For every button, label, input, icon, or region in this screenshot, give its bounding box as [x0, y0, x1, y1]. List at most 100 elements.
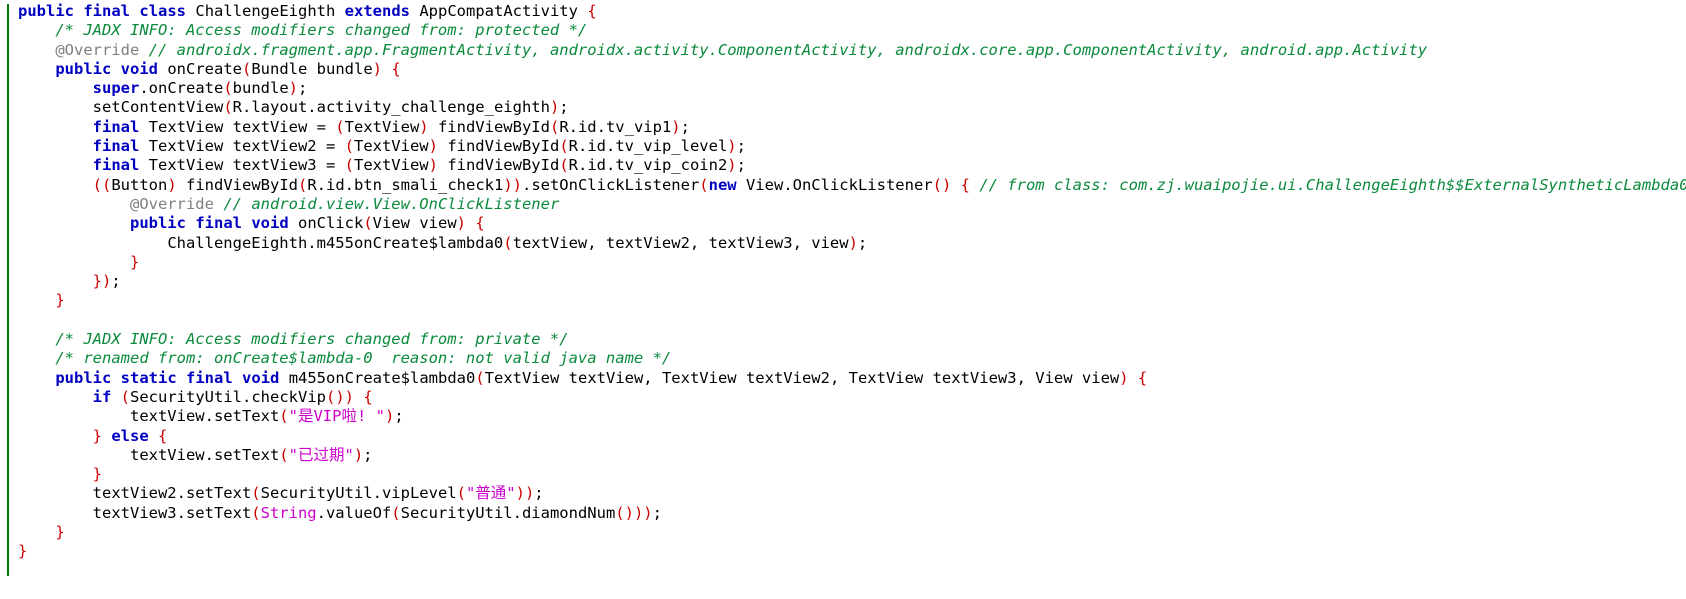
code-line[interactable]: final TextView textView3 = (TextView) fi… [10, 156, 1686, 175]
code-token-plain: TextView [353, 156, 429, 175]
code-line[interactable]: @Override // android.view.View.OnClickLi… [10, 195, 1686, 214]
code-token-punc: ) [428, 137, 438, 156]
code-token-kw: if [92, 387, 112, 406]
code-token-punc: ( [242, 59, 252, 78]
code-token-punc: } [92, 426, 102, 445]
code-line[interactable]: } [10, 253, 1686, 272]
code-line[interactable]: /* JADX INFO: Access modifiers changed f… [10, 330, 1686, 349]
code-line[interactable]: ((Button) findViewById(R.id.btn_smali_ch… [10, 176, 1686, 195]
code-line[interactable]: final TextView textView = (TextView) fin… [10, 118, 1686, 137]
code-token-plain: R.layout.activity_challenge_eighth [232, 98, 550, 117]
code-line[interactable]: } [10, 542, 1686, 561]
code-line[interactable]: /* renamed from: onCreate$lambda-0 reaso… [10, 349, 1686, 368]
code-token-punc: } [55, 523, 65, 542]
code-line[interactable]: public void onCreate(Bundle bundle) { [10, 60, 1686, 79]
code-line[interactable]: public static final void m455onCreate$la… [10, 369, 1686, 388]
code-token-punc: ) [428, 156, 438, 175]
code-token-kw: new [708, 175, 737, 194]
code-token-plain: ChallengeEighth [186, 2, 345, 20]
code-token-punc: ( [559, 156, 569, 175]
code-line[interactable]: @Override // androidx.fragment.app.Fragm… [10, 41, 1686, 60]
code-line[interactable]: final TextView textView2 = (TextView) fi… [10, 137, 1686, 156]
code-token-punc: { [363, 387, 373, 406]
code-line[interactable]: textView.setText("已过期"); [10, 446, 1686, 465]
code-token-plain: setContentView [92, 98, 224, 117]
code-lines-container[interactable]: public final class ChallengeEighth exten… [0, 0, 1686, 562]
code-token-kw: public [129, 214, 186, 233]
code-line[interactable]: textView.setText("是VIP啦! "); [10, 407, 1686, 426]
code-line[interactable]: if (SecurityUtil.checkVip()) { [10, 388, 1686, 407]
code-token-kw: final [92, 137, 140, 156]
code-token-punc: ( [251, 503, 261, 522]
decompiled-code-view[interactable]: public final class ChallengeEighth exten… [0, 0, 1686, 599]
code-token-plain: ; [736, 156, 746, 175]
code-token-cmt: /* JADX INFO: Access modifiers changed f… [55, 330, 569, 349]
code-token-plain: TextView [344, 117, 420, 136]
code-token-punc: ) [167, 175, 177, 194]
code-token-punc: ( [223, 98, 233, 117]
code-line[interactable]: } [10, 465, 1686, 484]
code-token-punc: ( [559, 137, 569, 156]
code-token-plain: R.id.tv_vip_level [568, 137, 728, 156]
code-line[interactable]: super.onCreate(bundle); [10, 79, 1686, 98]
code-line[interactable]: textView2.setText(SecurityUtil.vipLevel(… [10, 484, 1686, 503]
code-line[interactable]: } [10, 291, 1686, 310]
code-line[interactable]: setContentView(R.layout.activity_challen… [10, 98, 1686, 117]
code-token-punc: ( [279, 445, 289, 464]
code-line[interactable] [10, 311, 1686, 330]
code-token-punc: ) [549, 98, 560, 117]
code-token-punc: ) [384, 407, 395, 426]
code-line[interactable]: } [10, 523, 1686, 542]
code-token-punc: ( [223, 79, 233, 98]
code-token-cmt: // androidx.fragment.app.FragmentActivit… [148, 40, 1428, 59]
code-token-plain: .valueOf [316, 503, 392, 522]
code-token-punc: )) [503, 175, 522, 194]
code-line[interactable]: /* JADX INFO: Access modifiers changed f… [10, 21, 1686, 40]
code-token-plain: ; [559, 98, 569, 117]
code-line[interactable]: }); [10, 272, 1686, 291]
code-line[interactable]: public final class ChallengeEighth exten… [10, 2, 1686, 21]
code-token-plain: m455onCreate$lambda0 [279, 368, 476, 387]
code-token-plain: textView3.setText [92, 503, 252, 522]
code-token-punc: ) [848, 233, 858, 252]
code-token-cmt: // android.view.View.OnClickListener [223, 194, 560, 213]
code-token-plain: findViewById [428, 117, 550, 136]
code-token-kw: final [92, 117, 140, 136]
code-token-plain: ; [736, 137, 746, 156]
code-line[interactable]: textView3.setText(String.valueOf(Securit… [10, 504, 1686, 523]
code-token-punc: ) [1119, 368, 1129, 387]
code-token-punc: { [391, 59, 401, 78]
code-token-kw: void [120, 59, 158, 78]
code-token-punc: ( [344, 156, 354, 175]
code-line[interactable]: public final void onClick(View view) { [10, 214, 1686, 233]
code-token-punc: { [158, 426, 168, 445]
code-line[interactable]: ChallengeEighth.m455onCreate$lambda0(tex… [10, 234, 1686, 253]
code-token-plain: R.id.btn_smali_check1 [307, 175, 504, 194]
code-token-kw: class [139, 2, 187, 20]
code-token-punc: () [932, 175, 952, 194]
code-token-punc: ()) [325, 387, 354, 406]
code-token-punc: { [475, 214, 485, 233]
code-token-punc: ( [699, 175, 709, 194]
code-token-punc: ())) [615, 503, 653, 522]
code-token-kw: final [186, 368, 233, 387]
code-token-plain: TextView textView3 = [139, 156, 345, 175]
code-token-plain: .setOnClickListener [521, 175, 700, 194]
code-token-plain: onClick [288, 214, 364, 233]
code-line[interactable]: } else { [10, 427, 1686, 446]
code-token-plain: textView.setText [129, 407, 280, 426]
code-token-punc: } [18, 542, 28, 561]
code-token-plain: TextView [353, 137, 429, 156]
